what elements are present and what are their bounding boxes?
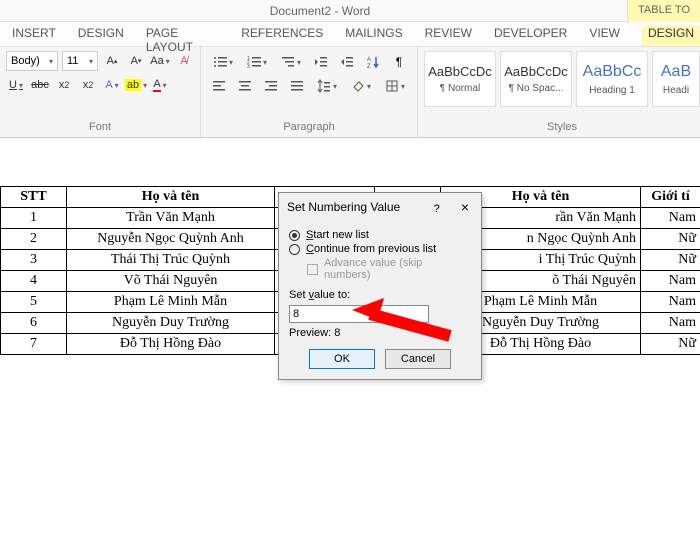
svg-text:Z: Z	[367, 64, 371, 69]
radio-continue-label: ontinue from previous list	[314, 243, 436, 255]
group-font: Body)▾ 11▾ A▴ A▾ Aa▾ A̸ U▾ abc x2 x2 A▾ …	[0, 47, 201, 137]
check-advance-label: Advance value (skip numbers)	[324, 257, 471, 281]
font-name-combo[interactable]: Body)▾	[6, 51, 58, 71]
font-size-combo[interactable]: 11▾	[62, 51, 98, 71]
header-name: Họ và tên	[67, 187, 275, 208]
text-effects-icon[interactable]: A▾	[102, 75, 122, 95]
cell-stt[interactable]: 6	[1, 313, 67, 334]
radio-circle-icon	[289, 244, 300, 255]
cell-name[interactable]: Nguyễn Duy Trường	[67, 313, 275, 334]
cell-name[interactable]: Đỗ Thị Hồng Đào	[67, 334, 275, 355]
ribbon: Body)▾ 11▾ A▴ A▾ Aa▾ A̸ U▾ abc x2 x2 A▾ …	[0, 46, 700, 138]
dialog-help-icon[interactable]: ?	[434, 203, 440, 215]
cell-stt[interactable]: 7	[1, 334, 67, 355]
highlight-icon[interactable]: ab▾	[126, 75, 146, 95]
underline-icon[interactable]: U▾	[6, 75, 26, 95]
dialog-title: Set Numbering Value	[287, 200, 400, 214]
align-center-icon[interactable]	[233, 75, 257, 97]
shrink-font-icon[interactable]: A▾	[126, 51, 146, 71]
group-paragraph: ▾ 123▾ ▾ AZ ¶ ▾ ▾ ▾ Paragraph	[201, 47, 418, 137]
radio-continue[interactable]: Continue from previous list	[289, 243, 471, 255]
clear-format-icon[interactable]: A̸	[174, 51, 194, 71]
tab-insert[interactable]: INSERT	[12, 26, 56, 46]
check-advance: Advance value (skip numbers)	[307, 257, 471, 281]
style-heading1[interactable]: AaBbCcHeading 1	[576, 51, 648, 107]
grow-font-icon[interactable]: A▴	[102, 51, 122, 71]
dialog-close-icon[interactable]: ×	[457, 199, 473, 215]
align-left-icon[interactable]	[207, 75, 231, 97]
shading-icon[interactable]: ▾	[345, 75, 377, 97]
tab-review[interactable]: REVIEW	[425, 26, 472, 46]
style-normal[interactable]: AaBbCcDc¶ Normal	[424, 51, 496, 107]
ok-button[interactable]: OK	[309, 349, 375, 369]
increase-indent-icon[interactable]	[335, 51, 359, 73]
cell-stt[interactable]: 3	[1, 250, 67, 271]
radio-start-new-label: tart new list	[313, 229, 369, 241]
decrease-indent-icon[interactable]	[309, 51, 333, 73]
cell-gen2[interactable]: Nam	[641, 208, 700, 229]
font-color-icon[interactable]: A▾	[150, 75, 170, 95]
cell-name[interactable]: Phạm Lê Minh Mẫn	[67, 292, 275, 313]
cell-gen2[interactable]: Nữ	[641, 334, 700, 355]
cell-stt[interactable]: 5	[1, 292, 67, 313]
cell-stt[interactable]: 2	[1, 229, 67, 250]
align-right-icon[interactable]	[259, 75, 283, 97]
tab-mailings[interactable]: MAILINGS	[345, 26, 402, 46]
group-styles: AaBbCcDc¶ Normal AaBbCcDc¶ No Spac... Aa…	[418, 47, 700, 137]
svg-text:A: A	[367, 57, 371, 63]
set-numbering-dialog: Set Numbering Value ? × Start new list C…	[278, 192, 482, 380]
style-nospacing[interactable]: AaBbCcDc¶ No Spac...	[500, 51, 572, 107]
tab-references[interactable]: REFERENCES	[241, 26, 323, 46]
ribbon-tabs: INSERT DESIGN PAGE LAYOUT REFERENCES MAI…	[0, 22, 700, 46]
superscript-icon[interactable]: x2	[78, 75, 98, 95]
show-hide-icon[interactable]: ¶	[387, 51, 411, 73]
cell-stt[interactable]: 4	[1, 271, 67, 292]
group-paragraph-label: Paragraph	[207, 119, 411, 135]
tab-design[interactable]: DESIGN	[78, 26, 124, 46]
header-gender2: Giới tí	[641, 187, 700, 208]
cell-name[interactable]: Trần Văn Mạnh	[67, 208, 275, 229]
justify-icon[interactable]	[285, 75, 309, 97]
tab-page-layout[interactable]: PAGE LAYOUT	[146, 26, 219, 46]
window-title: Document2 - Word	[0, 4, 640, 18]
multilevel-icon[interactable]: ▾	[275, 51, 307, 73]
subscript-icon[interactable]: x2	[54, 75, 74, 95]
bullets-icon[interactable]: ▾	[207, 51, 239, 73]
cell-name[interactable]: Nguyễn Ngọc Quỳnh Anh	[67, 229, 275, 250]
table-tools-tab[interactable]: TABLE TO	[627, 0, 700, 22]
group-styles-label: Styles	[424, 119, 700, 135]
cell-name[interactable]: Võ Thái Nguyên	[67, 271, 275, 292]
cell-gen2[interactable]: Nam	[641, 313, 700, 334]
radio-dot-icon	[289, 230, 300, 241]
strike-icon[interactable]: abc	[30, 75, 50, 95]
style-heading2[interactable]: AaBHeadi	[652, 51, 700, 107]
cell-gen2[interactable]: Nữ	[641, 250, 700, 271]
tab-view[interactable]: VIEW	[589, 26, 620, 46]
cell-gen2[interactable]: Nữ	[641, 229, 700, 250]
cell-gen2[interactable]: Nam	[641, 271, 700, 292]
title-bar: Document2 - Word	[0, 0, 700, 22]
line-spacing-icon[interactable]: ▾	[311, 75, 343, 97]
tab-table-design[interactable]: DESIGN	[642, 26, 700, 46]
numbering-icon[interactable]: 123▾	[241, 51, 273, 73]
header-stt: STT	[1, 187, 67, 208]
cancel-button[interactable]: Cancel	[385, 349, 451, 369]
preview-label: Preview: 8	[289, 327, 471, 339]
svg-text:3: 3	[247, 64, 250, 69]
sort-icon[interactable]: AZ	[361, 51, 385, 73]
borders-icon[interactable]: ▾	[379, 75, 411, 97]
change-case-icon[interactable]: Aa▾	[150, 51, 170, 71]
cell-gen2[interactable]: Nam	[641, 292, 700, 313]
set-value-input[interactable]	[289, 305, 429, 323]
set-value-label: Set value to:	[289, 289, 471, 301]
radio-start-new[interactable]: Start new list	[289, 229, 471, 241]
group-font-label: Font	[6, 119, 194, 135]
tab-developer[interactable]: DEVELOPER	[494, 26, 567, 46]
cell-stt[interactable]: 1	[1, 208, 67, 229]
cell-name[interactable]: Thái Thị Trúc Quỳnh	[67, 250, 275, 271]
checkbox-icon	[307, 264, 318, 275]
